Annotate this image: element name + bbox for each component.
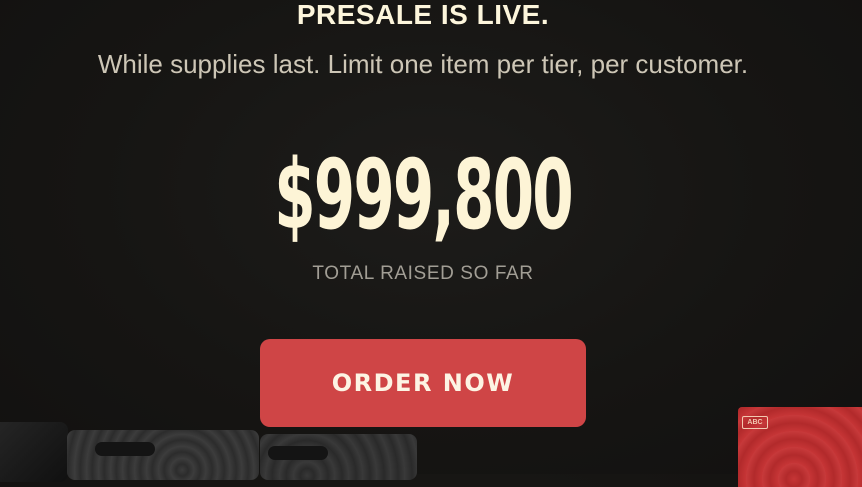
total-raised-amount: $999,800 bbox=[0, 140, 846, 250]
product-image-red: ABC bbox=[738, 407, 862, 487]
total-raised-caption: TOTAL RAISED SO FAR bbox=[312, 263, 534, 284]
total-raised-value: $999,800 bbox=[274, 139, 573, 251]
product-image-right bbox=[260, 434, 417, 480]
product-image-middle bbox=[67, 430, 259, 480]
product-image-left bbox=[0, 422, 68, 482]
presale-subline: While supplies last. Limit one item per … bbox=[97, 49, 749, 79]
hang-hole bbox=[95, 442, 155, 456]
red-box-label: ABC bbox=[742, 416, 768, 429]
hang-hole bbox=[268, 446, 328, 460]
order-now-button[interactable]: ORDER NOW bbox=[260, 339, 586, 427]
presale-headline: PRESALE IS LIVE. bbox=[296, 0, 550, 30]
